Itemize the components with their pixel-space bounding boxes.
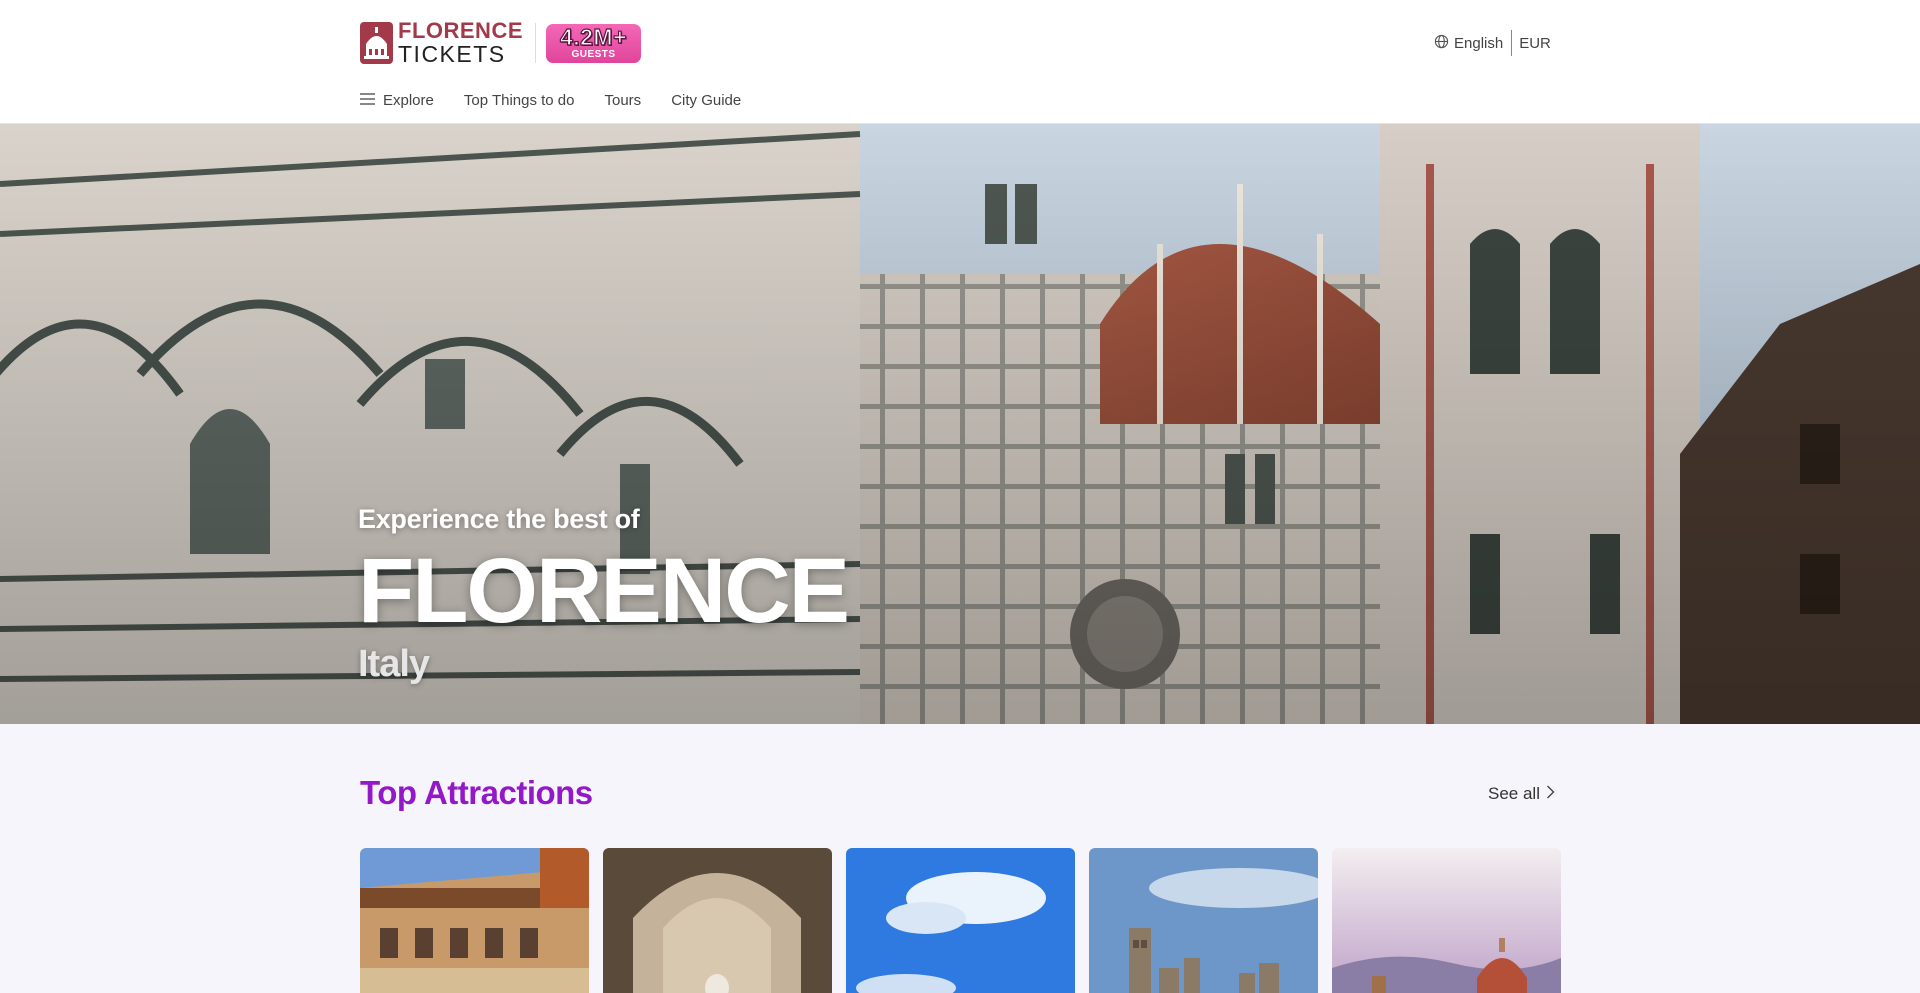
- nav-item-label: Explore: [383, 92, 434, 109]
- hero-pretitle: Experience the best of: [358, 504, 640, 534]
- top-attractions-section: Top Attractions See all: [0, 724, 1920, 993]
- site-header: FLORENCE TICKETS 4.2M+ GUESTS English EU…: [0, 0, 1920, 124]
- hero-banner: Experience the best of FLORENCE Italy: [0, 124, 1920, 724]
- language-label: English: [1454, 34, 1504, 52]
- nav-item-top-things[interactable]: Top Things to do: [464, 92, 575, 109]
- nav-item-label: Tours: [604, 92, 642, 109]
- attraction-card[interactable]: [846, 848, 1075, 993]
- david-statue-photo: [603, 848, 832, 993]
- guests-badge: 4.2M+ GUESTS: [546, 23, 641, 63]
- uffizi-gallery-photo: [360, 848, 589, 993]
- currency-selector[interactable]: EUR: [1512, 35, 1551, 52]
- logo-text-tickets: TICKETS: [398, 41, 506, 67]
- attraction-card[interactable]: [1089, 848, 1318, 993]
- florence-duomo-sunset-photo: [1332, 848, 1561, 993]
- duomo-cathedral-image: [0, 124, 1920, 724]
- language-selector[interactable]: English: [1434, 30, 1513, 56]
- nav-item-label: City Guide: [671, 92, 742, 109]
- site-logo[interactable]: FLORENCE TICKETS 4.2M+ GUESTS: [360, 18, 641, 67]
- duomo-logo-icon: [360, 22, 393, 64]
- main-nav: Explore Top Things to do Tours City Guid…: [360, 92, 771, 109]
- san-gimignano-towers-photo: [1089, 848, 1318, 993]
- attraction-card[interactable]: [603, 848, 832, 993]
- nav-item-explore[interactable]: Explore: [360, 92, 434, 109]
- see-all-link[interactable]: See all: [1488, 784, 1555, 804]
- attraction-card[interactable]: [1332, 848, 1561, 993]
- sky-landscape-photo: [846, 848, 1075, 993]
- locale-selector: English EUR: [1434, 30, 1551, 56]
- menu-icon: [360, 92, 375, 109]
- nav-item-label: Top Things to do: [463, 92, 575, 109]
- attraction-card[interactable]: [360, 848, 589, 993]
- nav-item-tours[interactable]: Tours: [605, 92, 642, 109]
- hero-subtitle: Italy: [358, 643, 430, 685]
- hero-text: Experience the best of FLORENCE Italy: [358, 504, 850, 686]
- nav-item-city-guide[interactable]: City Guide: [671, 92, 741, 109]
- globe-icon: [1434, 34, 1449, 53]
- guests-count: 4.2M+: [559, 24, 628, 50]
- chevron-right-icon: [1546, 784, 1555, 804]
- logo-text-florence: FLORENCE: [398, 18, 523, 43]
- hero-title: FLORENCE: [358, 540, 850, 642]
- attractions-carousel: [360, 848, 1561, 993]
- currency-label: EUR: [1519, 34, 1551, 52]
- see-all-label: See all: [1488, 784, 1540, 803]
- guests-label: GUESTS: [571, 49, 616, 60]
- logo-divider: [535, 23, 536, 63]
- section-title: Top Attractions: [360, 774, 593, 811]
